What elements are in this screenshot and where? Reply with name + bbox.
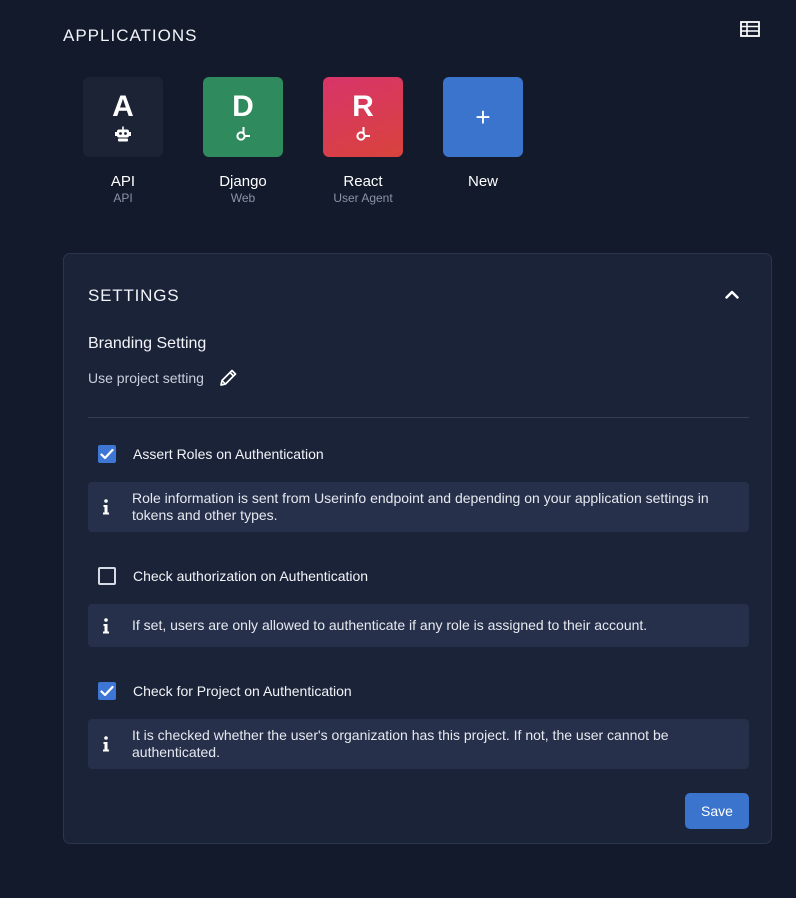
check-icon — [100, 685, 114, 697]
app-tile-letter: R — [352, 90, 374, 123]
app-name: Django — [219, 173, 267, 190]
assert-roles-checkbox[interactable] — [98, 445, 116, 463]
robot-icon — [115, 126, 131, 142]
info-icon — [103, 499, 109, 515]
table-icon — [740, 21, 760, 37]
info-text: It is checked whether the user's organiz… — [132, 727, 669, 760]
app-name: React — [343, 173, 383, 190]
app-card-react[interactable]: R React User Agent — [303, 77, 423, 205]
chevron-up-icon — [725, 290, 739, 299]
check-project-label: Check for Project on Authentication — [133, 683, 352, 699]
collapse-button[interactable] — [720, 284, 744, 304]
pencil-icon — [220, 369, 237, 386]
save-button[interactable]: Save — [685, 793, 749, 829]
app-name: API — [110, 173, 136, 190]
check-project-info: It is checked whether the user's organiz… — [88, 719, 749, 769]
edit-branding-button[interactable] — [216, 366, 240, 390]
link-icon — [236, 127, 250, 141]
app-card-django[interactable]: D Django Web — [183, 77, 303, 205]
app-tile-new: + — [443, 77, 523, 157]
info-text: If set, users are only allowed to authen… — [132, 617, 648, 633]
app-tile-letter: A — [112, 90, 134, 123]
check-authorization-info: If set, users are only allowed to authen… — [88, 604, 749, 647]
add-app-button[interactable]: + New — [423, 77, 543, 205]
check-authorization-checkbox[interactable] — [98, 567, 116, 585]
assert-roles-option[interactable]: Assert Roles on Authentication — [98, 445, 324, 463]
app-card-api[interactable]: A API API — [63, 77, 183, 205]
app-name: New — [467, 173, 498, 190]
settings-title: SETTINGS — [88, 286, 180, 305]
app-tile-react: R — [323, 77, 403, 157]
check-authorization-label: Check authorization on Authentication — [133, 568, 369, 584]
info-icon — [103, 736, 109, 752]
assert-roles-label: Assert Roles on Authentication — [133, 446, 324, 462]
app-tile-django: D — [203, 77, 283, 157]
check-project-option[interactable]: Check for Project on Authentication — [98, 682, 352, 700]
assert-roles-info: Role information is sent from Userinfo e… — [88, 482, 749, 532]
list-view-button[interactable] — [739, 19, 761, 39]
branding-title: Branding Setting — [88, 335, 207, 352]
settings-card: SETTINGS Branding Setting Use project se… — [63, 253, 772, 844]
app-type: Web — [230, 191, 256, 205]
plus-icon: + — [475, 102, 491, 132]
app-type: User Agent — [333, 191, 393, 205]
app-tile-api: A — [83, 77, 163, 157]
app-tile-letter: D — [232, 90, 254, 123]
applications-grid: A API API D Django Web R React User Agen… — [63, 77, 543, 205]
branding-value: Use project setting — [88, 370, 204, 386]
page-title: APPLICATIONS — [63, 26, 198, 45]
info-icon — [103, 617, 109, 633]
divider — [88, 417, 749, 418]
check-authorization-option[interactable]: Check authorization on Authentication — [98, 567, 368, 585]
check-project-checkbox[interactable] — [98, 682, 116, 700]
check-icon — [100, 448, 114, 460]
info-text: Role information is sent from Userinfo e… — [132, 490, 709, 523]
link-icon — [356, 127, 370, 141]
app-type: API — [113, 191, 133, 205]
